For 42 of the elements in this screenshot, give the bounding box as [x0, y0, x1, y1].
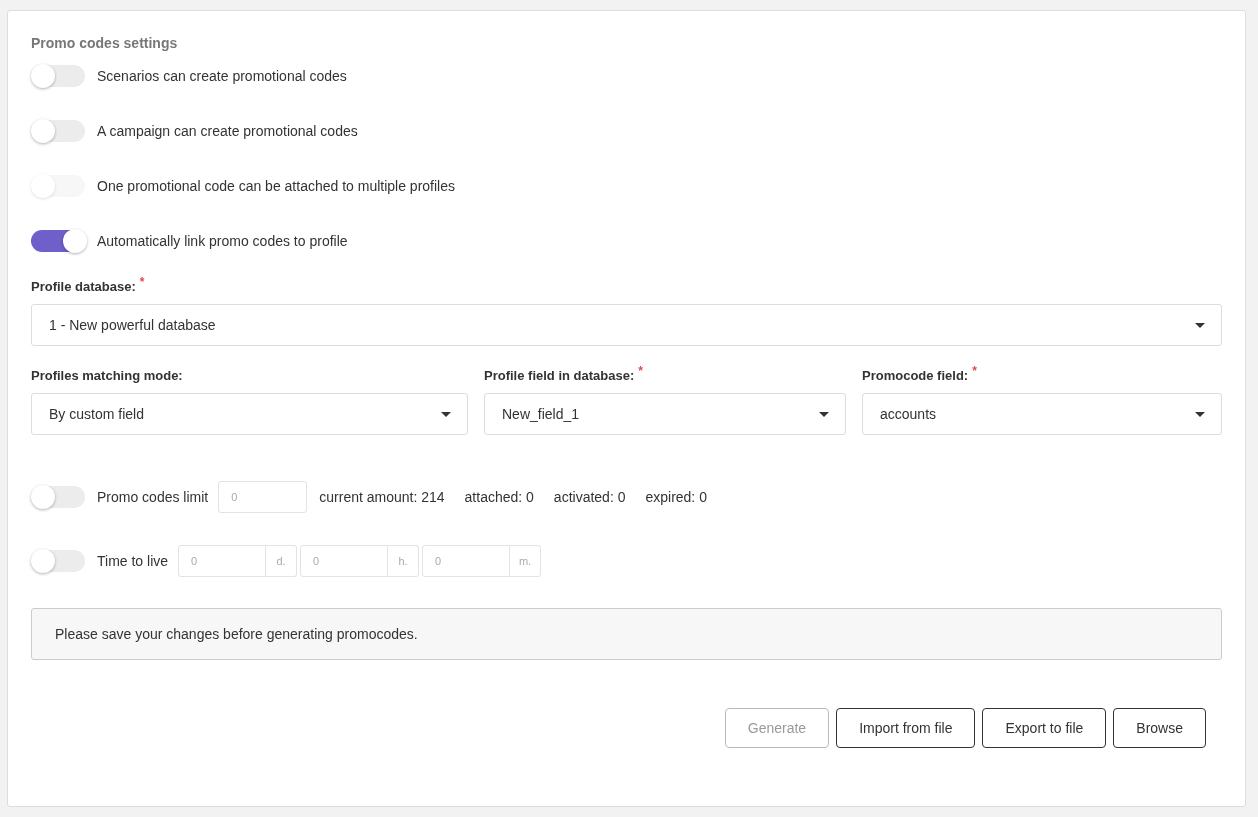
caret-icon [441, 411, 451, 417]
required-asterisk: * [139, 275, 145, 291]
caret-icon [819, 411, 829, 417]
field-label: Promocode field: [862, 368, 969, 383]
field-label: Profile database: [31, 279, 136, 294]
required-asterisk: * [972, 364, 977, 380]
stat-text: current amount: 214 [319, 489, 445, 505]
select-field[interactable]: accounts [862, 393, 1222, 435]
action-button[interactable]: Import from file [836, 708, 976, 748]
unit-label: h. [388, 545, 420, 577]
toggle-label: Time to live [97, 553, 169, 569]
required-asterisk: * [638, 364, 643, 380]
field-label: Profiles matching mode: [31, 368, 183, 383]
toggle-label: One promotional code can be attached to multiple profiles [97, 178, 455, 194]
toggle-switch[interactable] [31, 65, 85, 87]
unit-label: m. [510, 545, 542, 577]
unit-label: d. [266, 545, 298, 577]
caret-icon [1195, 322, 1205, 328]
action-button[interactable]: Export to file [982, 708, 1107, 748]
select-field[interactable]: By custom field [31, 393, 468, 435]
toggle-label: A campaign can create promotional codes [97, 123, 358, 139]
field-label: Profile field in database: [484, 368, 635, 383]
stat-text: attached: 0 [464, 489, 534, 505]
toggle-label: Scenarios can create promotional codes [97, 68, 347, 84]
action-button[interactable]: Browse [1113, 708, 1206, 748]
stat-text: activated: 0 [553, 489, 626, 505]
notice-message: Please save your changes before generating promocodes. [31, 608, 1222, 660]
limit-input[interactable]: 0 [218, 481, 308, 513]
toggle-label: Promo codes limit [97, 489, 209, 505]
select-field[interactable]: 1 - New powerful database [31, 304, 1222, 346]
caret-icon [1195, 411, 1205, 417]
toggle-switch[interactable] [31, 486, 85, 508]
stat-text: expired: 0 [645, 489, 707, 505]
duration-input[interactable]: 0 [300, 545, 389, 577]
select-field[interactable]: New_field_1 [484, 393, 846, 435]
section-title: Promo codes settings [31, 35, 179, 51]
toggle-switch[interactable] [31, 120, 85, 142]
toggle-switch[interactable] [31, 550, 85, 572]
duration-input[interactable]: 0 [422, 545, 511, 577]
toggle-label: Automatically link promo codes to profile [97, 233, 348, 249]
toggle-switch[interactable] [31, 230, 85, 252]
duration-input[interactable]: 0 [178, 545, 267, 577]
